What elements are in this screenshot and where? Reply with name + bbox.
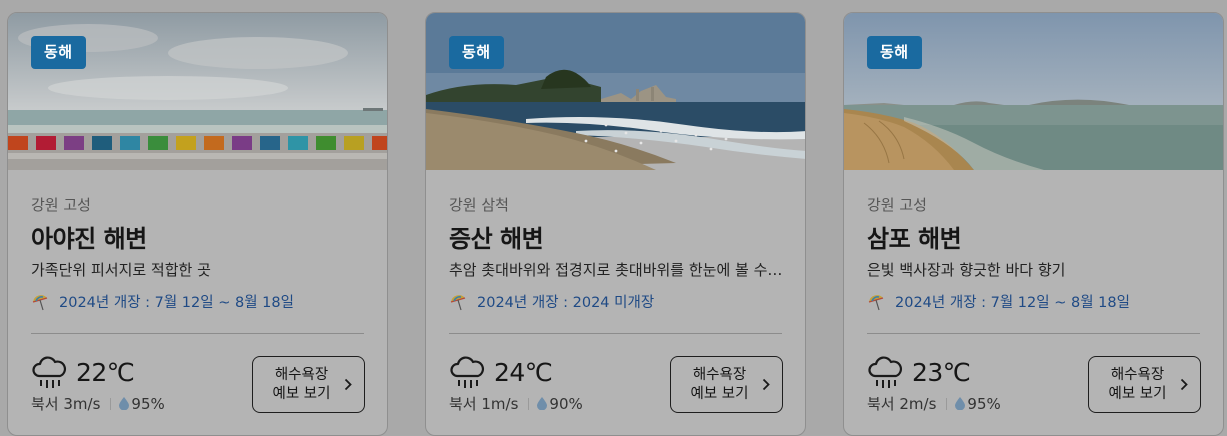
beach-description: 가족단위 피서지로 적합한 곳 bbox=[31, 261, 211, 279]
rain-cloud-icon bbox=[868, 356, 903, 388]
forecast-button[interactable]: 해수욕장 예보 보기 bbox=[670, 356, 783, 413]
forecast-button[interactable]: 해수욕장 예보 보기 bbox=[1088, 356, 1201, 413]
beach-title[interactable]: 삼포 해변 bbox=[867, 219, 962, 254]
forecast-button[interactable]: 해수욕장 예보 보기 bbox=[252, 356, 365, 413]
forecast-button-line2: 예보 보기 bbox=[272, 386, 331, 402]
water-drop-icon bbox=[537, 397, 548, 410]
humidity-info: 95% bbox=[131, 394, 165, 413]
forecast-button-line2: 예보 보기 bbox=[1108, 386, 1167, 402]
temperature: 24℃ bbox=[494, 358, 553, 387]
separator bbox=[946, 397, 948, 410]
region-badge: 동해 bbox=[867, 36, 922, 69]
beach-card[interactable]: 동해 강원 고성 삼포 해변 은빛 백사장과 향긋한 바다 향기 2024년 개… bbox=[843, 12, 1224, 436]
beach-description: 추암 촛대바위와 접경지로 촛대바위를 한눈에 볼 수 있는 해변 bbox=[449, 261, 784, 279]
wind-info: 북서 1m/s bbox=[449, 395, 519, 413]
forecast-button-line1: 해수욕장 bbox=[692, 367, 747, 383]
beach-region: 강원 고성 bbox=[867, 196, 927, 214]
forecast-button-line2: 예보 보기 bbox=[690, 386, 749, 402]
card-divider bbox=[449, 333, 782, 334]
opening-period-label: 2024년 개장 : 7월 12일 ~ 8월 18일 bbox=[895, 295, 1130, 311]
temperature: 23℃ bbox=[912, 358, 971, 387]
beach-umbrella-icon bbox=[32, 294, 48, 310]
chevron-right-icon bbox=[344, 378, 352, 391]
beach-umbrella-icon bbox=[868, 294, 884, 310]
separator bbox=[110, 397, 112, 410]
weather-details: 북서 1m/s 90% bbox=[449, 393, 583, 414]
weather-details: 북서 2m/s 95% bbox=[867, 393, 1001, 414]
opening-period-label: 2024년 개장 : 2024 미개장 bbox=[477, 295, 655, 311]
water-drop-icon bbox=[955, 397, 966, 410]
humidity-info: 95% bbox=[967, 394, 1001, 413]
forecast-button-line1: 해수욕장 bbox=[274, 367, 329, 383]
humidity-info: 90% bbox=[549, 394, 583, 413]
beach-region: 강원 삼척 bbox=[449, 196, 509, 214]
region-badge: 동해 bbox=[449, 36, 504, 69]
region-badge: 동해 bbox=[31, 36, 86, 69]
wind-info: 북서 3m/s bbox=[31, 395, 101, 413]
separator bbox=[528, 397, 530, 410]
rain-cloud-icon bbox=[32, 356, 67, 388]
opening-period-label: 2024년 개장 : 7월 12일 ~ 8월 18일 bbox=[59, 295, 294, 311]
rain-cloud-icon bbox=[450, 356, 485, 388]
beach-region: 강원 고성 bbox=[31, 196, 91, 214]
beach-title[interactable]: 증산 해변 bbox=[449, 219, 544, 254]
wind-info: 북서 2m/s bbox=[867, 395, 937, 413]
opening-period: 2024년 개장 : 7월 12일 ~ 8월 18일 bbox=[31, 291, 294, 312]
beach-umbrella-icon bbox=[450, 294, 466, 310]
beach-card[interactable]: 동해 강원 고성 아야진 해변 가족단위 피서지로 적합한 곳 2024년 개장… bbox=[7, 12, 388, 436]
beach-title[interactable]: 아야진 해변 bbox=[31, 219, 147, 254]
beach-card-list: 동해 강원 고성 아야진 해변 가족단위 피서지로 적합한 곳 2024년 개장… bbox=[0, 0, 1227, 436]
card-divider bbox=[31, 333, 364, 334]
chevron-right-icon bbox=[1180, 378, 1188, 391]
card-divider bbox=[867, 333, 1200, 334]
beach-card[interactable]: 동해 강원 삼척 증산 해변 추암 촛대바위와 접경지로 촛대바위를 한눈에 볼… bbox=[425, 12, 806, 436]
water-drop-icon bbox=[119, 397, 130, 410]
forecast-button-line1: 해수욕장 bbox=[1110, 367, 1165, 383]
weather-details: 북서 3m/s 95% bbox=[31, 393, 165, 414]
temperature: 22℃ bbox=[76, 358, 135, 387]
opening-period: 2024년 개장 : 7월 12일 ~ 8월 18일 bbox=[867, 291, 1130, 312]
beach-description: 은빛 백사장과 향긋한 바다 향기 bbox=[867, 261, 1066, 279]
chevron-right-icon bbox=[762, 378, 770, 391]
opening-period: 2024년 개장 : 2024 미개장 bbox=[449, 291, 654, 312]
